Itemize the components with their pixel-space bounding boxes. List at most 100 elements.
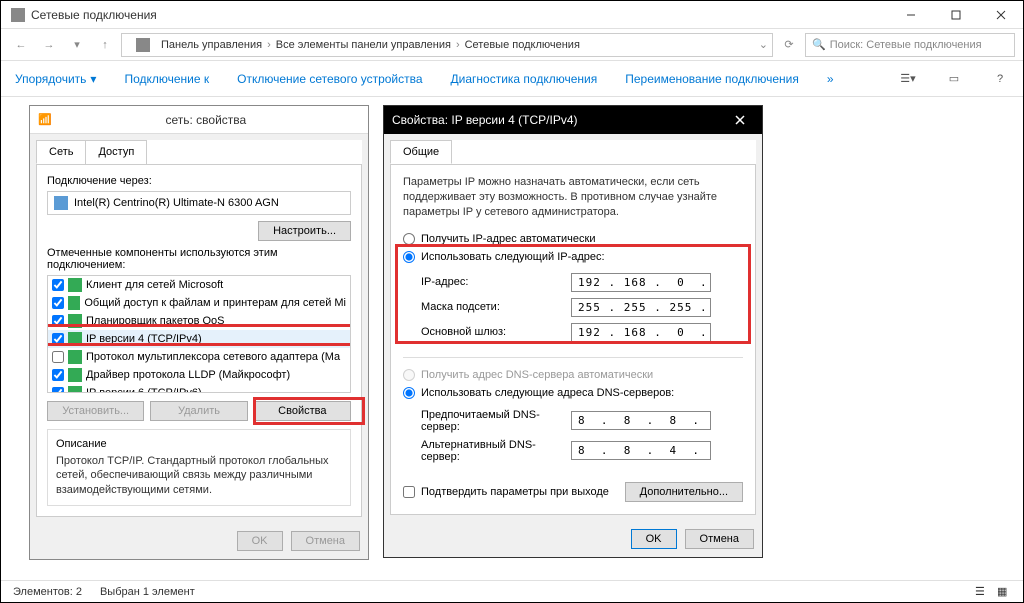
tabs: Общие [390, 140, 756, 164]
properties-button[interactable]: Свойства [254, 401, 351, 421]
gateway-input[interactable] [571, 323, 711, 342]
description-group: Описание Протокол TCP/IP. Стандартный пр… [47, 429, 351, 506]
components-list[interactable]: Клиент для сетей Microsoft Общий доступ … [47, 275, 351, 393]
radio[interactable] [403, 233, 415, 245]
radio [403, 369, 415, 381]
more-menu[interactable]: » [827, 72, 834, 86]
radio-ip-manual[interactable]: Использовать следующий IP-адрес: [403, 248, 743, 266]
checkbox[interactable] [52, 315, 64, 327]
ok-button[interactable]: OK [237, 531, 283, 551]
dialog-title: Свойства: IP версии 4 (TCP/IPv4) [392, 113, 726, 127]
configure-button[interactable]: Настроить... [258, 221, 351, 241]
tab-body: Параметры IP можно назначать автоматичес… [390, 164, 756, 515]
forward-button[interactable]: → [37, 33, 61, 57]
search-input[interactable]: 🔍 Поиск: Сетевые подключения [805, 33, 1015, 57]
cancel-button[interactable]: Отмена [685, 529, 754, 549]
checkbox[interactable] [52, 297, 64, 309]
component-icon [68, 350, 82, 364]
minimize-button[interactable] [888, 1, 933, 29]
chevron-right-icon: › [267, 39, 271, 51]
organize-menu[interactable]: Упорядочить ▾ [15, 72, 96, 86]
remove-button[interactable]: Удалить [150, 401, 247, 421]
checkbox-label: Подтвердить параметры при выходе [421, 486, 609, 498]
list-item[interactable]: Клиент для сетей Microsoft [48, 276, 350, 294]
tab-general[interactable]: Общие [390, 140, 452, 164]
command-toolbar: Упорядочить ▾ Подключение к Отключение с… [1, 61, 1023, 97]
radio-label: Получить IP-адрес автоматически [421, 233, 595, 245]
subnet-label: Маска подсети: [421, 301, 571, 313]
description-label: Описание [56, 438, 342, 450]
checkbox[interactable] [52, 387, 64, 393]
status-element-count: Элементов: 2 [13, 586, 82, 598]
cancel-button[interactable]: Отмена [291, 531, 360, 551]
tiles-view-icon[interactable]: ▦ [997, 585, 1011, 599]
tabs: Сеть Доступ [36, 140, 362, 164]
close-button[interactable] [978, 1, 1023, 29]
rename-button[interactable]: Переименование подключения [625, 72, 799, 86]
up-button[interactable]: ↑ [93, 33, 117, 57]
back-button[interactable]: ← [9, 33, 33, 57]
refresh-button[interactable]: ⟳ [777, 33, 801, 57]
radio-dns-auto: Получить адрес DNS-сервера автоматически [403, 366, 743, 384]
dns-pref-input[interactable] [571, 411, 711, 430]
list-item[interactable]: Протокол мультиплексора сетевого адаптер… [48, 348, 350, 366]
help-icon[interactable]: ? [991, 70, 1009, 88]
install-button[interactable]: Установить... [47, 401, 144, 421]
item-label: Протокол мультиплексора сетевого адаптер… [86, 351, 340, 363]
dialog-title: сеть: свойства [52, 113, 360, 127]
tab-body: Подключение через: Intel(R) Centrino(R) … [36, 164, 362, 517]
checkbox[interactable] [52, 351, 64, 363]
search-icon: 🔍 [812, 38, 826, 51]
preview-pane-icon[interactable]: ▭ [945, 70, 963, 88]
window-title: Сетевые подключения [31, 8, 888, 22]
disable-device-button[interactable]: Отключение сетевого устройства [237, 72, 422, 86]
list-item[interactable]: Общий доступ к файлам и принтерам для се… [48, 294, 350, 312]
dialog-titlebar: 📶 сеть: свойства [30, 106, 368, 134]
search-placeholder: Поиск: Сетевые подключения [830, 39, 982, 51]
tab-network[interactable]: Сеть [36, 140, 86, 164]
dns-alt-input[interactable] [571, 441, 711, 460]
dns-pref-label: Предпочитаемый DNS-сервер: [421, 409, 571, 433]
details-view-icon[interactable]: ☰ [975, 585, 989, 599]
location-icon [136, 38, 150, 52]
confirm-exit-checkbox[interactable]: Подтвердить параметры при выходе [403, 480, 609, 504]
radio-dns-manual[interactable]: Использовать следующие адреса DNS-сервер… [403, 384, 743, 402]
list-item-selected[interactable]: IP версии 4 (TCP/IPv4) [48, 330, 350, 348]
checkbox[interactable] [52, 279, 64, 291]
breadcrumb-seg[interactable]: Панель управления [158, 39, 265, 51]
address-bar[interactable]: Панель управления › Все элементы панели … [121, 33, 773, 57]
item-label: IP версии 4 (TCP/IPv4) [86, 333, 202, 345]
history-dropdown[interactable]: ▾ [65, 33, 89, 57]
tab-access[interactable]: Доступ [85, 140, 147, 164]
ip-address-label: IP-адрес: [421, 276, 571, 288]
radio[interactable] [403, 387, 415, 399]
window-titlebar: Сетевые подключения [1, 1, 1023, 29]
item-label: Клиент для сетей Microsoft [86, 279, 223, 291]
chevron-right-icon: › [456, 39, 460, 51]
divider [403, 357, 743, 358]
list-item[interactable]: IP версии 6 (TCP/IPv6) [48, 384, 350, 393]
view-options-icon[interactable]: ☰▾ [899, 70, 917, 88]
ok-button[interactable]: OK [631, 529, 677, 549]
component-icon [68, 314, 82, 328]
diagnose-button[interactable]: Диагностика подключения [451, 72, 598, 86]
chevron-down-icon[interactable]: ⌄ [759, 38, 768, 51]
adapter-name: Intel(R) Centrino(R) Ultimate-N 6300 AGN [74, 197, 279, 209]
checkbox[interactable] [403, 486, 415, 498]
list-item[interactable]: Драйвер протокола LLDP (Майкрософт) [48, 366, 350, 384]
radio[interactable] [403, 251, 415, 263]
breadcrumb-seg[interactable]: Сетевые подключения [462, 39, 583, 51]
adapter-field: Intel(R) Centrino(R) Ultimate-N 6300 AGN [47, 191, 351, 215]
checkbox[interactable] [52, 369, 64, 381]
close-button[interactable] [726, 106, 754, 134]
advanced-button[interactable]: Дополнительно... [625, 482, 743, 502]
maximize-button[interactable] [933, 1, 978, 29]
breadcrumb-seg[interactable]: Все элементы панели управления [273, 39, 454, 51]
connect-to-button[interactable]: Подключение к [124, 72, 209, 86]
radio-ip-auto[interactable]: Получить IP-адрес автоматически [403, 230, 743, 248]
subnet-input[interactable] [571, 298, 711, 317]
checkbox[interactable] [52, 333, 64, 345]
ipv4-properties-dialog: Свойства: IP версии 4 (TCP/IPv4) Общие П… [383, 105, 763, 558]
ip-address-input[interactable] [571, 273, 711, 292]
list-item[interactable]: Планировщик пакетов QoS [48, 312, 350, 330]
